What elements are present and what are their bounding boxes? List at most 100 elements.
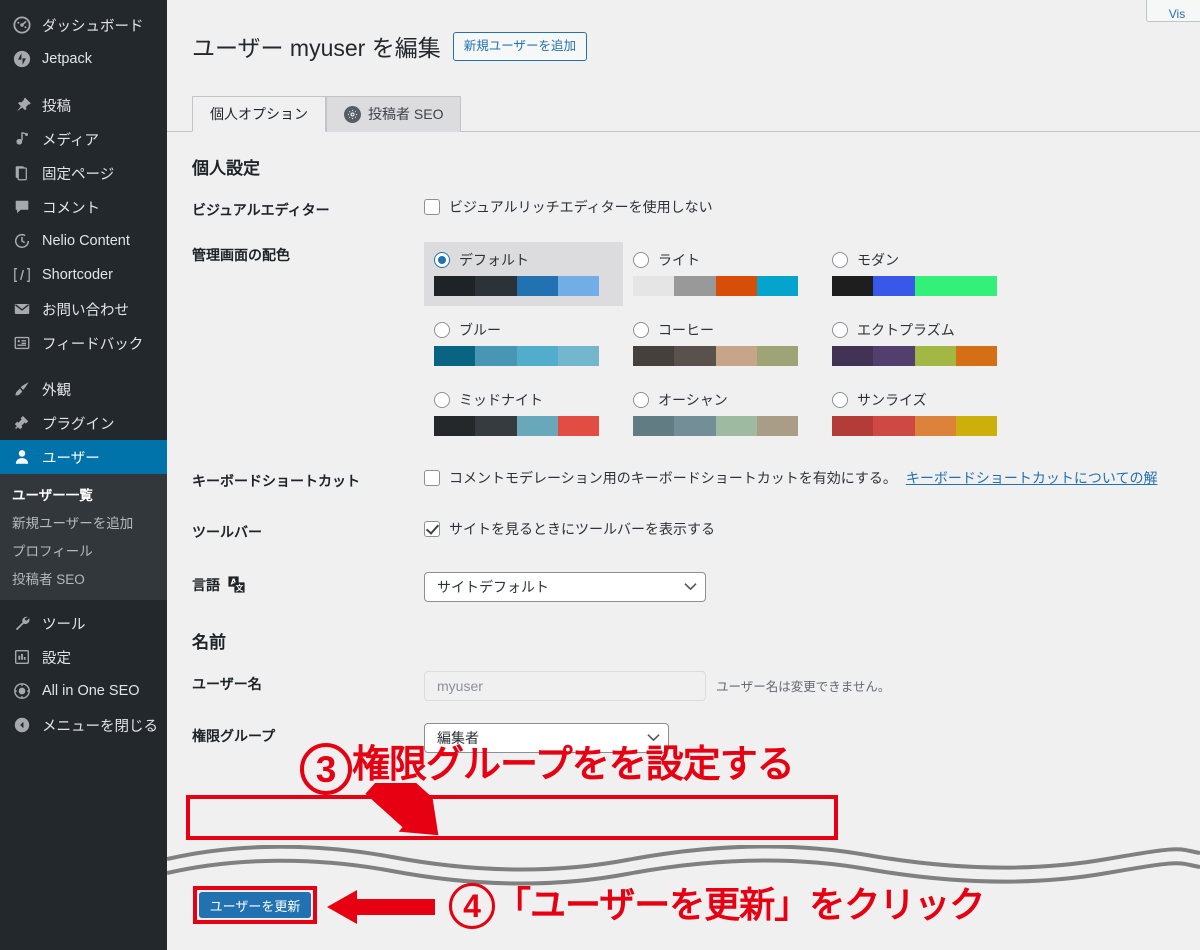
- sidebar-item-collapse-menu[interactable]: メニューを閉じる: [0, 708, 167, 742]
- sidebar-item-plugins[interactable]: プラグイン: [0, 406, 167, 440]
- sidebar-item-label: メニューを閉じる: [42, 718, 158, 735]
- tab-bar: 個人オプション 投稿者 SEO: [167, 95, 1200, 132]
- submenu-item-add-user[interactable]: 新規ユーザーを追加: [0, 508, 167, 536]
- color-scheme-radio[interactable]: [434, 391, 450, 408]
- sidebar-item-label: Shortcoder: [42, 267, 113, 283]
- sidebar-item-appearance[interactable]: 外観: [0, 372, 167, 406]
- color-scheme-palette: [434, 275, 599, 296]
- sidebar-divider: [0, 76, 167, 88]
- username-value: myuser: [437, 677, 483, 694]
- color-scheme-palette: [434, 345, 599, 366]
- color-scheme-radio[interactable]: [434, 251, 450, 268]
- color-scheme-palette: [434, 415, 599, 436]
- role-select[interactable]: 編集者: [424, 722, 669, 753]
- role-select-value: 編集者: [437, 729, 479, 746]
- row-username: ユーザー名 myuser ユーザー名は変更できません。: [167, 670, 1200, 701]
- color-scheme-name: ブルー: [459, 321, 501, 338]
- color-scheme-grid: デフォルト ライト モダン ブルー コーヒー エクトプラズム ミッドナイト オー…: [424, 241, 1200, 452]
- settings-icon: [12, 647, 32, 667]
- row-language: 言語 A文 サイトデフォルト: [167, 571, 1200, 602]
- sidebar-item-label: 設定: [42, 650, 71, 667]
- sidebar-item-label: 固定ページ: [42, 166, 115, 183]
- sidebar-item-label: フィードバック: [42, 336, 144, 353]
- username-description: ユーザー名は変更できません。: [716, 680, 891, 695]
- color-scheme-option-coffee[interactable]: コーヒー: [623, 312, 822, 376]
- tab-author-seo[interactable]: 投稿者 SEO: [326, 95, 462, 132]
- screen-options-button[interactable]: Vis: [1146, 0, 1200, 22]
- sidebar-item-users[interactable]: ユーザー: [0, 440, 167, 474]
- keyboard-shortcuts-checkbox-row[interactable]: コメントモデレーション用のキーボードショートカットを有効にする。 キーボードショ…: [424, 468, 1200, 488]
- sidebar-item-comments[interactable]: コメント: [0, 190, 167, 224]
- sidebar-item-tools[interactable]: ツール: [0, 606, 167, 640]
- sidebar-item-media[interactable]: メディア: [0, 122, 167, 156]
- aioseo-icon: [12, 681, 32, 701]
- feedback-icon: [12, 333, 32, 353]
- keyboard-shortcuts-checkbox[interactable]: [424, 469, 440, 486]
- sidebar-item-label: 投稿: [42, 98, 71, 115]
- sidebar-item-feedback[interactable]: フィードバック: [0, 326, 167, 360]
- color-scheme-radio[interactable]: [832, 321, 848, 338]
- sidebar-item-settings[interactable]: 設定: [0, 640, 167, 674]
- color-scheme-option-sunrise[interactable]: サンライズ: [822, 382, 1021, 446]
- brush-icon: [12, 379, 32, 399]
- mail-icon: [12, 299, 32, 319]
- submenu-item-users-list[interactable]: ユーザー一覧: [0, 480, 167, 508]
- gear-icon: [344, 105, 361, 123]
- translate-icon: A文: [228, 576, 245, 596]
- visual-editor-checkbox-row[interactable]: ビジュアルリッチエディターを使用しない: [424, 197, 1200, 217]
- wrench-icon: [12, 613, 32, 633]
- jetpack-icon: [12, 49, 32, 69]
- language-label: 言語 A文: [192, 572, 424, 596]
- keyboard-shortcuts-label: キーボードショートカット: [192, 472, 360, 489]
- sidebar-item-contact[interactable]: お問い合わせ: [0, 292, 167, 326]
- dashboard-icon: [12, 15, 32, 35]
- color-scheme-option-ocean[interactable]: オーシャン: [623, 382, 822, 446]
- color-scheme-radio[interactable]: [434, 321, 450, 338]
- color-scheme-radio[interactable]: [633, 391, 649, 408]
- toolbar-checkbox-row[interactable]: サイトを見るときにツールバーを表示する: [424, 519, 1200, 539]
- toolbar-checkbox[interactable]: [424, 520, 440, 537]
- sidebar-item-jetpack[interactable]: Jetpack: [0, 42, 167, 76]
- language-select[interactable]: サイトデフォルト: [424, 571, 706, 602]
- color-scheme-radio[interactable]: [633, 321, 649, 338]
- color-scheme-palette: [832, 415, 997, 436]
- color-scheme-radio[interactable]: [633, 251, 649, 268]
- add-new-user-button[interactable]: 新規ユーザーを追加: [452, 32, 587, 61]
- main-content: ユーザー myuser を編集 新規ユーザーを追加 Vis 個人オプション 投稿…: [167, 0, 1200, 950]
- color-scheme-option-midnight[interactable]: ミッドナイト: [424, 382, 623, 446]
- tab-personal-options[interactable]: 個人オプション: [192, 95, 326, 132]
- submenu-item-profile[interactable]: プロフィール: [0, 536, 167, 564]
- color-scheme-palette: [832, 345, 997, 366]
- sidebar-item-label: ユーザー: [42, 450, 100, 467]
- sidebar-item-all-in-one-seo[interactable]: All in One SEO: [0, 674, 167, 708]
- color-scheme-option-ectoplasm[interactable]: エクトプラズム: [822, 312, 1021, 376]
- sidebar-item-label: ツール: [42, 616, 86, 633]
- clock-icon: [12, 231, 32, 251]
- plugin-icon: [12, 413, 32, 433]
- visual-editor-checkbox[interactable]: [424, 198, 440, 215]
- svg-text:文: 文: [236, 582, 244, 592]
- sidebar-item-nelio-content[interactable]: Nelio Content: [0, 224, 167, 258]
- color-scheme-palette: [832, 275, 997, 296]
- color-scheme-palette: [633, 345, 798, 366]
- sidebar-item-shortcoder[interactable]: Shortcoder: [0, 258, 167, 292]
- color-scheme-name: エクトプラズム: [857, 321, 955, 338]
- color-scheme-palette: [633, 415, 798, 436]
- page-title: ユーザー myuser を編集: [192, 35, 441, 62]
- color-scheme-option-blue[interactable]: ブルー: [424, 312, 623, 376]
- submenu-item-author-seo[interactable]: 投稿者 SEO: [0, 564, 167, 592]
- media-icon: [12, 129, 32, 149]
- color-scheme-option-default[interactable]: デフォルト: [424, 241, 623, 306]
- name-section-heading: 名前: [192, 632, 226, 652]
- sidebar-item-dashboard[interactable]: ダッシュボード: [0, 8, 167, 42]
- color-scheme-option-modern[interactable]: モダン: [822, 242, 1021, 306]
- color-scheme-option-light[interactable]: ライト: [623, 242, 822, 306]
- keyboard-shortcuts-help-link[interactable]: キーボードショートカットについての解: [906, 468, 1158, 488]
- color-scheme-palette: [633, 275, 798, 296]
- sidebar-item-pages[interactable]: 固定ページ: [0, 156, 167, 190]
- sidebar-item-posts[interactable]: 投稿: [0, 88, 167, 122]
- code-icon: [12, 265, 32, 285]
- color-scheme-radio[interactable]: [832, 251, 848, 268]
- color-scheme-radio[interactable]: [832, 391, 848, 408]
- row-role: 権限グループ 編集者: [167, 722, 1200, 753]
